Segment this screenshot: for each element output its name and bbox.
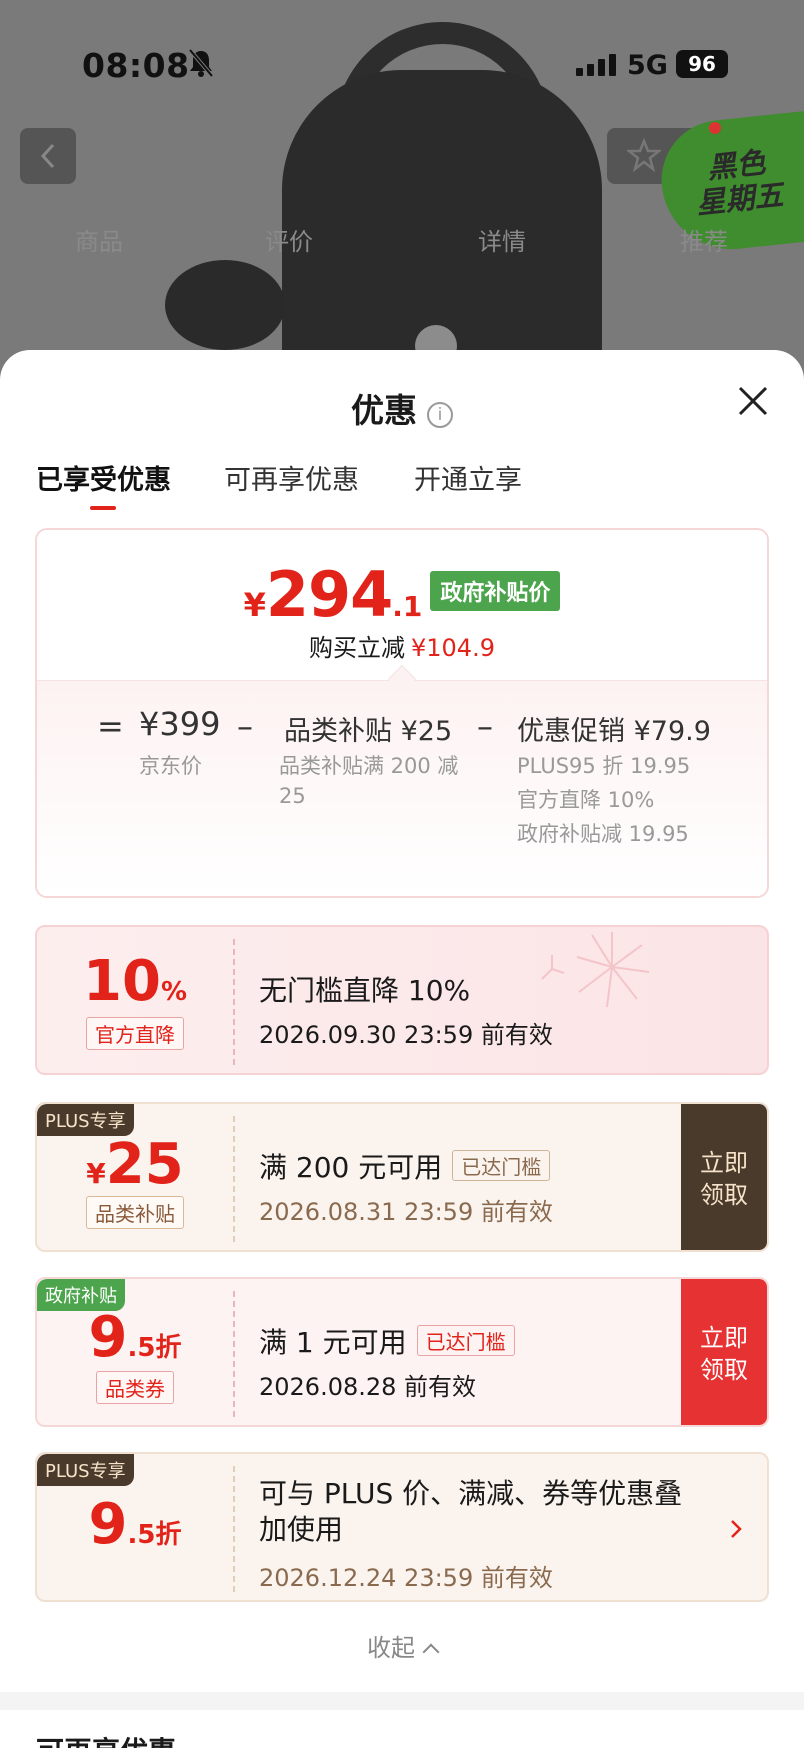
coupon-value-area: 9.5折 — [37, 1454, 233, 1600]
coupon-description-line1: 可与 PLUS 价、满减、券等优惠叠 — [259, 1477, 683, 1510]
minus-sign: – — [477, 707, 493, 745]
category-subsidy-detail-1: 品类补贴满 200 减 — [279, 754, 459, 778]
coupon-divider — [233, 939, 235, 1065]
coupon-official-discount[interactable]: 10% 官方直降 无门槛直降 10% 2026.09.30 23:59 前有效 — [35, 925, 769, 1075]
product-tabs: 商品 评价 详情 推荐 — [0, 222, 804, 262]
coupon-plus-category-subsidy: PLUS专享 ¥25 品类补贴 满 200 元可用 已达门槛 2026.08.31… — [35, 1102, 769, 1252]
coupon-value: 9 — [88, 1492, 128, 1557]
tab-activate[interactable]: 开通立享 — [414, 458, 522, 497]
tab-more-available[interactable]: 可再享优惠 — [224, 458, 359, 497]
coupon-type-tag: 品类券 — [96, 1371, 174, 1404]
gov-subsidy-tag: 政府补贴价 — [430, 571, 561, 611]
coupon-value: 10 — [83, 949, 161, 1014]
promotion-detail-gov: 政府补贴减 19.95 — [517, 822, 689, 846]
tab-details[interactable]: 详情 — [478, 222, 526, 257]
chevron-up-icon — [422, 1643, 440, 1661]
total-reduction: 购买立减 ¥104.9 — [309, 634, 495, 662]
chevron-right-icon — [731, 1520, 742, 1538]
section-separator — [0, 1692, 804, 1710]
coupon-unit: .5折 — [127, 1333, 182, 1363]
price-summary-card: ¥294.1 政府补贴价 购买立减 ¥104.9 = ¥399 京东价 – 品类补贴… — [35, 528, 769, 898]
coupon-unit: % — [160, 977, 187, 1007]
coupon-plus-discount[interactable]: PLUS专享 9.5折 可与 PLUS 价、满减、券等优惠叠 加使用 2026.… — [35, 1452, 769, 1602]
black-friday-badge-text: 黑色 星期五 — [694, 145, 785, 221]
section-title-more-available: 可再享优惠 — [36, 1730, 176, 1748]
coupon-divider — [233, 1116, 235, 1242]
info-icon[interactable]: i — [427, 402, 453, 428]
tab-recommend[interactable]: 推荐 — [680, 222, 728, 257]
coupon-description-line2: 加使用 — [259, 1513, 344, 1546]
promotion-value: 优惠促销 ¥79.9 — [517, 716, 711, 747]
coupon-gov-category: 政府补贴 9.5折 品类券 满 1 元可用 已达门槛 2026.08.28 前有效… — [35, 1277, 769, 1427]
coupon-value-area: ¥25 品类补贴 — [37, 1104, 233, 1250]
product-image-charm — [165, 260, 285, 350]
coupon-value: 9 — [88, 1305, 128, 1370]
jd-price-label: 京东价 — [139, 754, 202, 778]
close-icon[interactable] — [736, 384, 770, 418]
signal-icon — [576, 54, 616, 76]
battery-icon: 96 — [676, 50, 728, 78]
coupon-description: 满 200 元可用 已达门槛 — [259, 1146, 551, 1186]
sheet-title-row: 优惠 i — [0, 384, 804, 432]
jd-price: ¥399 — [139, 705, 221, 743]
promotion-detail-official: 官方直降 10% — [517, 788, 655, 812]
back-button[interactable] — [20, 128, 76, 184]
summary-top: ¥294.1 政府补贴价 购买立减 ¥104.9 — [37, 530, 767, 680]
claim-button[interactable]: 立即领取 — [681, 1279, 767, 1425]
coupon-description: 无门槛直降 10% — [259, 974, 471, 1007]
category-subsidy-detail-2: 25 — [279, 784, 306, 808]
status-time: 08:08 — [82, 46, 190, 85]
network-label: 5G — [627, 50, 668, 81]
threshold-reached-tag: 已达门槛 — [416, 1325, 515, 1356]
collapse-button[interactable]: 收起 — [0, 1628, 804, 1663]
coupon-value-area: 10% 官方直降 — [37, 927, 233, 1073]
final-price: ¥294.1 政府补贴价 — [37, 558, 767, 631]
coupon-divider — [233, 1466, 235, 1592]
coupon-value-area: 9.5折 品类券 — [37, 1279, 233, 1425]
coupon-description: 满 1 元可用 已达门槛 — [259, 1321, 515, 1361]
category-subsidy-value: 品类补贴 ¥25 — [284, 716, 453, 747]
coupon-validity: 2026.08.31 23:59 前有效 — [259, 1198, 553, 1226]
price-breakdown: = ¥399 京东价 – 品类补贴 ¥25 品类补贴满 200 减 25 – 优… — [37, 680, 767, 896]
threshold-reached-tag: 已达门槛 — [452, 1150, 551, 1181]
discount-sheet: 优惠 i 已享受优惠 可再享优惠 开通立享 ¥294.1 政府补贴价 购买立减 ¥10… — [0, 350, 804, 1748]
tab-product[interactable]: 商品 — [75, 222, 123, 257]
coupon-validity: 2026.08.28 前有效 — [259, 1373, 477, 1401]
coupon-type-tag: 官方直降 — [86, 1017, 184, 1050]
sheet-title: 优惠 — [351, 391, 417, 430]
equals-sign: = — [97, 707, 124, 745]
coupon-divider — [233, 1291, 235, 1417]
favorite-star-icon[interactable] — [627, 138, 661, 172]
coupon-validity: 2026.12.24 23:59 前有效 — [259, 1564, 553, 1592]
promotion-detail-plus: PLUS95 折 19.95 — [517, 754, 691, 778]
notification-dot — [709, 122, 721, 134]
claim-button[interactable]: 立即领取 — [681, 1104, 767, 1250]
coupon-value: 25 — [105, 1132, 184, 1197]
bell-muted-icon — [188, 48, 214, 78]
product-page-background: 08:08 5G 96 黑色 星期五 商品 评价 详情 推荐 — [0, 0, 804, 380]
coupon-validity: 2026.09.30 23:59 前有效 — [259, 1021, 553, 1049]
minus-sign: – — [237, 707, 253, 745]
coupon-type-tag: 品类补贴 — [86, 1196, 184, 1229]
active-tab-indicator — [90, 506, 116, 510]
firework-decoration-icon — [541, 932, 650, 1008]
tab-reviews[interactable]: 评价 — [265, 222, 313, 257]
chevron-left-icon — [40, 143, 55, 169]
tab-enjoyed[interactable]: 已享受优惠 — [36, 458, 171, 497]
status-bar: 08:08 5G 96 — [0, 40, 804, 90]
coupon-unit: .5折 — [127, 1520, 182, 1550]
